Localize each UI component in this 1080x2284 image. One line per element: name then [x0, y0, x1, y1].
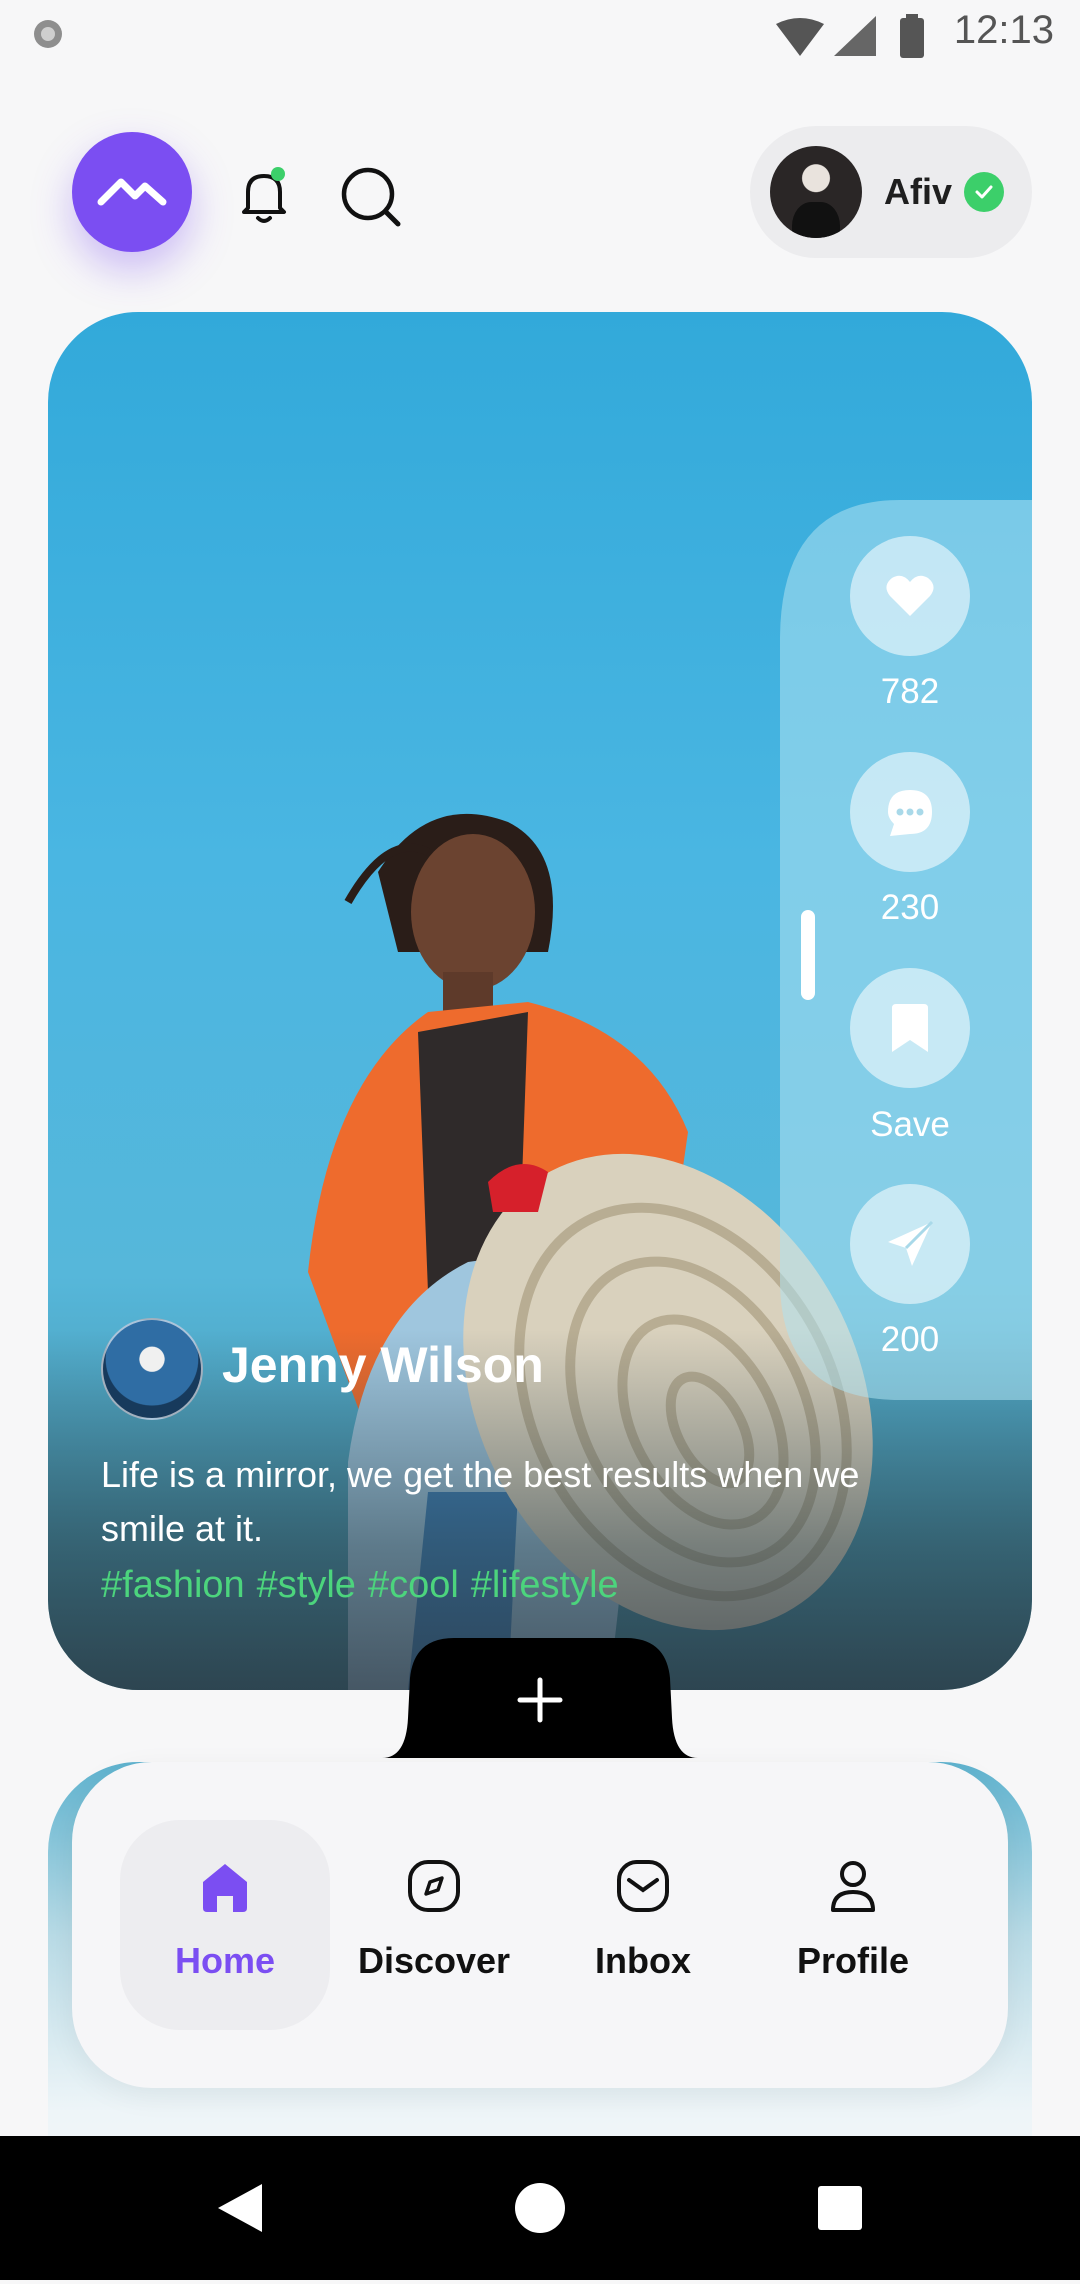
search-button[interactable]	[334, 160, 406, 232]
save-label: Save	[870, 1105, 950, 1144]
scroll-handle[interactable]	[801, 910, 815, 1000]
user-name: Afiv	[884, 171, 953, 212]
nav-label-inbox: Inbox	[595, 1940, 691, 1981]
like-button[interactable]	[850, 536, 970, 656]
plus-icon	[517, 1677, 563, 1723]
search-icon	[341, 167, 401, 227]
nav-item-home[interactable]: Home	[120, 1820, 330, 2030]
status-bar: 12:13	[0, 0, 1080, 70]
nav-label-home: Home	[174, 1940, 276, 1981]
create-post-button[interactable]	[500, 1660, 580, 1740]
app-logo-button[interactable]	[72, 132, 192, 252]
recents-icon[interactable]	[818, 2186, 862, 2230]
system-navigation-bar	[0, 2136, 1080, 2280]
notification-button[interactable]	[228, 160, 300, 232]
save-button[interactable]	[850, 968, 970, 1088]
back-icon[interactable]	[218, 2184, 262, 2232]
nav-label-profile: Profile	[796, 1940, 910, 1981]
hashtag-link[interactable]: #lifestyle	[471, 1564, 619, 1606]
nav-item-profile[interactable]: Profile	[748, 1820, 958, 2030]
home-button-icon[interactable]	[515, 2183, 565, 2233]
home-icon	[203, 1864, 247, 1912]
comment-button[interactable]	[850, 752, 970, 872]
signal-battery-icons	[776, 14, 924, 58]
user-profile-chip[interactable]: Afiv	[750, 126, 1032, 258]
hashtags: #fashion #style #cool #lifestyle	[101, 1564, 631, 1607]
inbox-icon	[617, 1860, 669, 1912]
bell-icon	[242, 167, 286, 223]
share-button[interactable]	[850, 1184, 970, 1304]
share-count: 200	[880, 1320, 940, 1359]
send-icon	[888, 1220, 934, 1266]
verified-badge-icon	[964, 172, 1005, 212]
hashtag-link[interactable]: #fashion	[101, 1564, 245, 1606]
comment-icon	[888, 790, 932, 836]
logo-icon	[97, 178, 167, 206]
post-caption: Life is a mirror, we get the best result…	[101, 1454, 860, 1549]
author-name[interactable]: Jenny Wilson	[222, 1336, 544, 1394]
avatar	[770, 146, 862, 238]
hashtag-link[interactable]: #cool	[368, 1564, 459, 1606]
heart-icon	[886, 575, 934, 616]
nav-label-discover: Discover	[357, 1940, 511, 1981]
user-icon	[831, 1861, 875, 1912]
record-indicator-icon	[34, 20, 62, 48]
bookmark-icon	[892, 1004, 928, 1052]
bottom-navigation: Home Discover Inbox Profile	[72, 1762, 1008, 2088]
status-time: 12:13	[953, 8, 1054, 52]
compass-icon	[408, 1860, 460, 1912]
author-avatar[interactable]	[101, 1318, 203, 1420]
nav-item-inbox[interactable]: Inbox	[538, 1820, 748, 2030]
like-count: 782	[880, 672, 940, 711]
comment-count: 230	[880, 888, 940, 927]
hashtag-link[interactable]: #style	[257, 1564, 356, 1606]
top-bar: Afiv	[0, 120, 1080, 260]
nav-item-discover[interactable]: Discover	[329, 1820, 539, 2030]
